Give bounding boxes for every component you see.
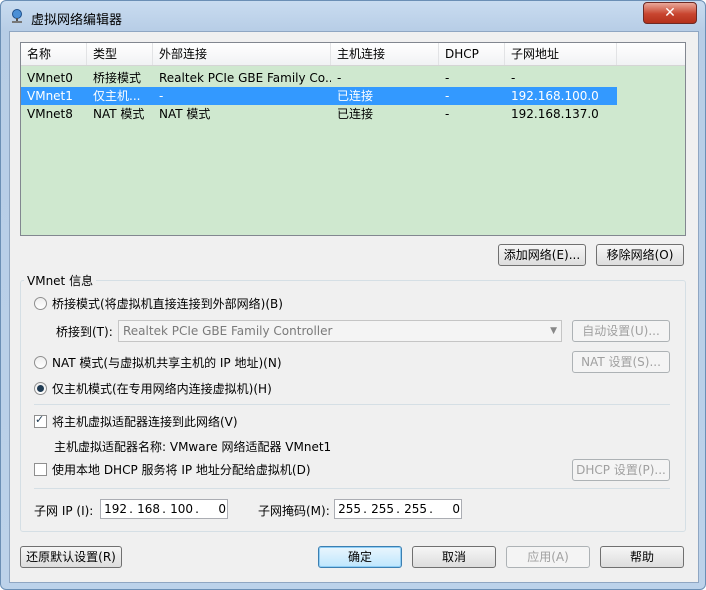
cell-name: VMnet8 — [27, 107, 73, 121]
nat-settings-button[interactable]: NAT 设置(S)... — [572, 351, 670, 373]
cell-subnet: 192.168.100.0 — [511, 89, 599, 103]
dialog-client-area: 名称 类型 外部连接 主机连接 DHCP 子网地址 VMnet0 桥接模式 Re… — [9, 31, 699, 583]
vmnet-info-label: VMnet 信息 — [24, 272, 97, 289]
window-title: 虚拟网络编辑器 — [31, 13, 123, 28]
bridged-to-label: 桥接到(T): — [56, 325, 113, 339]
ip-octet: 168 — [137, 502, 160, 516]
ip-octet: 0 — [218, 502, 226, 516]
hostonly-mode-label[interactable]: 仅主机模式(在专用网络内连接虚拟机)(H) — [52, 380, 272, 397]
mask-octet: 255 — [371, 502, 394, 516]
column-header-external[interactable]: 外部连接 — [153, 43, 331, 65]
cell-type: NAT 模式 — [93, 107, 145, 121]
subnet-mask-label: 子网掩码(M): — [258, 504, 330, 518]
connect-adapter-checkbox[interactable] — [34, 413, 47, 428]
nat-mode-radio[interactable] — [34, 356, 47, 369]
adapter-name-text: 主机虚拟适配器名称: VMware 网络适配器 VMnet1 — [54, 440, 332, 454]
cell-dhcp: - — [445, 107, 450, 121]
cell-subnet: 192.168.137.0 — [511, 107, 599, 121]
ip-octet: 100 — [170, 502, 193, 516]
cell-subnet: - — [511, 71, 516, 85]
dhcp-checkbox[interactable] — [34, 463, 47, 476]
auto-settings-button[interactable]: 自动设置(U)... — [572, 320, 670, 342]
column-header-name[interactable]: 名称 — [21, 43, 87, 65]
dhcp-label[interactable]: 使用本地 DHCP 服务将 IP 地址分配给虚拟机(D) — [52, 461, 311, 478]
virtual-network-editor-window: 虚拟网络编辑器 ✕ 名称 类型 外部连接 主机连接 DHCP 子网地址 VMne… — [0, 0, 706, 590]
bridged-to-select[interactable]: Realtek PCIe GBE Family Controller ▼ — [118, 320, 562, 342]
network-app-icon — [12, 9, 22, 23]
vmnet-info-group — [20, 280, 686, 532]
mask-octet: 255 — [404, 502, 427, 516]
cell-type: 桥接模式 — [93, 71, 142, 85]
title-bar[interactable]: 虚拟网络编辑器 ✕ — [1, 1, 705, 31]
cancel-button[interactable]: 取消 — [412, 546, 496, 568]
cell-host: 已连接 — [337, 89, 374, 103]
remove-network-button[interactable]: 移除网络(O) — [596, 244, 684, 266]
add-network-button[interactable]: 添加网络(E)... — [498, 244, 586, 266]
table-row[interactable]: VMnet8 NAT 模式 NAT 模式 已连接 - 192.168.137.0 — [21, 105, 617, 123]
nat-mode-label[interactable]: NAT 模式(与虚拟机共享主机的 IP 地址)(N) — [52, 354, 282, 371]
subnet-ip-input[interactable]: 192 . 168 . 100 . 0 — [100, 499, 228, 519]
ok-button[interactable]: 确定 — [318, 546, 402, 568]
cell-dhcp: - — [445, 71, 450, 85]
cell-name: VMnet0 — [27, 71, 73, 85]
mask-octet: 0 — [452, 502, 460, 516]
divider — [34, 488, 670, 489]
hostonly-mode-radio[interactable] — [34, 382, 47, 395]
help-button[interactable]: 帮助 — [600, 546, 684, 568]
cell-external: - — [159, 89, 164, 103]
cell-external: NAT 模式 — [159, 107, 211, 121]
cell-external: Realtek PCIe GBE Family Co... — [159, 71, 331, 85]
bridged-mode-radio[interactable] — [34, 297, 47, 310]
cell-type: 仅主机... — [93, 89, 141, 103]
dropdown-arrow-icon: ▼ — [550, 326, 557, 336]
cell-name: VMnet1 — [27, 89, 73, 103]
dhcp-settings-button[interactable]: DHCP 设置(P)... — [572, 459, 670, 481]
cell-dhcp: - — [445, 89, 450, 103]
mask-octet: 255 — [338, 502, 361, 516]
bridged-to-value: Realtek PCIe GBE Family Controller — [123, 324, 333, 338]
ip-octet: 192 — [104, 502, 127, 516]
subnet-mask-input[interactable]: 255 . 255 . 255 . 0 — [334, 499, 462, 519]
column-header-host[interactable]: 主机连接 — [331, 43, 439, 65]
network-list[interactable]: 名称 类型 外部连接 主机连接 DHCP 子网地址 VMnet0 桥接模式 Re… — [20, 42, 686, 236]
table-row[interactable]: VMnet0 桥接模式 Realtek PCIe GBE Family Co..… — [21, 69, 617, 87]
cell-host: - — [337, 71, 342, 85]
column-header-type[interactable]: 类型 — [87, 43, 153, 65]
cell-host: 已连接 — [337, 107, 374, 121]
apply-button[interactable]: 应用(A) — [506, 546, 590, 568]
restore-defaults-button[interactable]: 还原默认设置(R) — [20, 546, 122, 568]
close-button[interactable]: ✕ — [643, 2, 697, 24]
subnet-ip-label: 子网 IP (I): — [34, 504, 94, 518]
column-header-dhcp[interactable]: DHCP — [439, 43, 505, 65]
bridged-mode-label[interactable]: 桥接模式(将虚拟机直接连接到外部网络)(B) — [52, 295, 283, 312]
column-header-subnet[interactable]: 子网地址 — [505, 43, 617, 65]
network-list-header: 名称 类型 外部连接 主机连接 DHCP 子网地址 — [21, 43, 685, 66]
table-row-selected[interactable]: VMnet1 仅主机... - 已连接 - 192.168.100.0 — [21, 87, 617, 105]
divider — [34, 404, 670, 405]
connect-adapter-label[interactable]: 将主机虚拟适配器连接到此网络(V) — [52, 413, 238, 430]
